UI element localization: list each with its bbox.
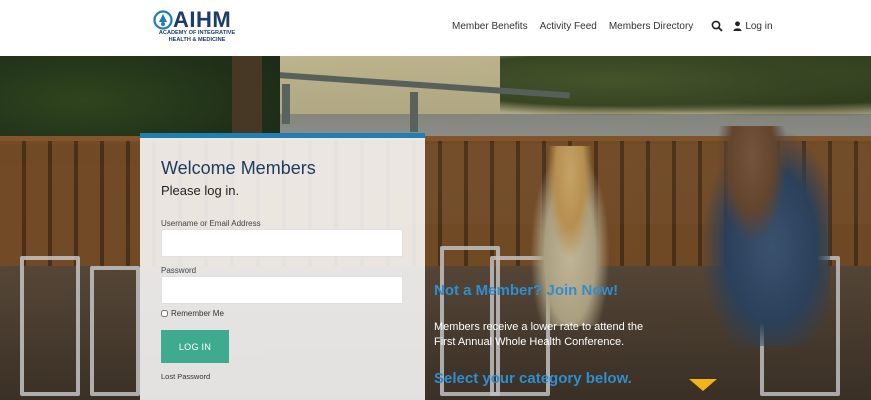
logo-subtitle-line2: HEALTH & MEDICINE [168, 36, 226, 43]
main-nav: Member Benefits Activity Feed Members Di… [452, 20, 773, 32]
lost-password-link[interactable]: Lost Password [161, 372, 210, 381]
nav-members-directory[interactable]: Members Directory [609, 21, 693, 32]
username-input[interactable] [161, 229, 403, 257]
login-link-label: Log in [745, 20, 773, 32]
login-link[interactable]: Log in [733, 20, 773, 32]
remember-me-checkbox[interactable] [161, 310, 168, 317]
scroll-down-arrow-icon[interactable] [689, 379, 717, 391]
logo-mark-icon [153, 10, 173, 30]
join-now-heading[interactable]: Not a Member? Join Now! [434, 282, 618, 299]
aihm-logo[interactable]: AIHM ACADEMY OF INTEGRATIVE HEALTH & MED… [153, 7, 243, 48]
logo-subtitle-line1: ACADEMY OF INTEGRATIVE [158, 30, 236, 36]
password-label: Password [161, 266, 197, 275]
site-header: AIHM ACADEMY OF INTEGRATIVE HEALTH & MED… [0, 0, 871, 56]
logo-subtitle: ACADEMY OF INTEGRATIVE HEALTH & MEDICINE [155, 30, 239, 43]
members-description-line2: First Annual Whole Health Conference. [434, 336, 625, 348]
login-subtitle: Please log in. [161, 183, 240, 198]
login-panel: Welcome Members Please log in. Username … [140, 133, 425, 400]
remember-me[interactable]: Remember Me [161, 309, 224, 318]
password-input[interactable] [161, 276, 403, 304]
members-description: Members receive a lower rate to attend t… [434, 320, 664, 350]
search-icon[interactable] [711, 20, 723, 32]
nav-member-benefits[interactable]: Member Benefits [452, 21, 528, 32]
login-button[interactable]: LOG IN [161, 330, 229, 363]
members-description-line1: Members receive a lower rate to attend t… [434, 321, 644, 333]
username-label: Username or Email Address [161, 219, 261, 228]
select-category-heading: Select your category below. [434, 370, 632, 387]
nav-activity-feed[interactable]: Activity Feed [540, 21, 597, 32]
user-icon [733, 21, 742, 31]
remember-me-label: Remember Me [171, 309, 224, 318]
login-title: Welcome Members [161, 158, 316, 178]
